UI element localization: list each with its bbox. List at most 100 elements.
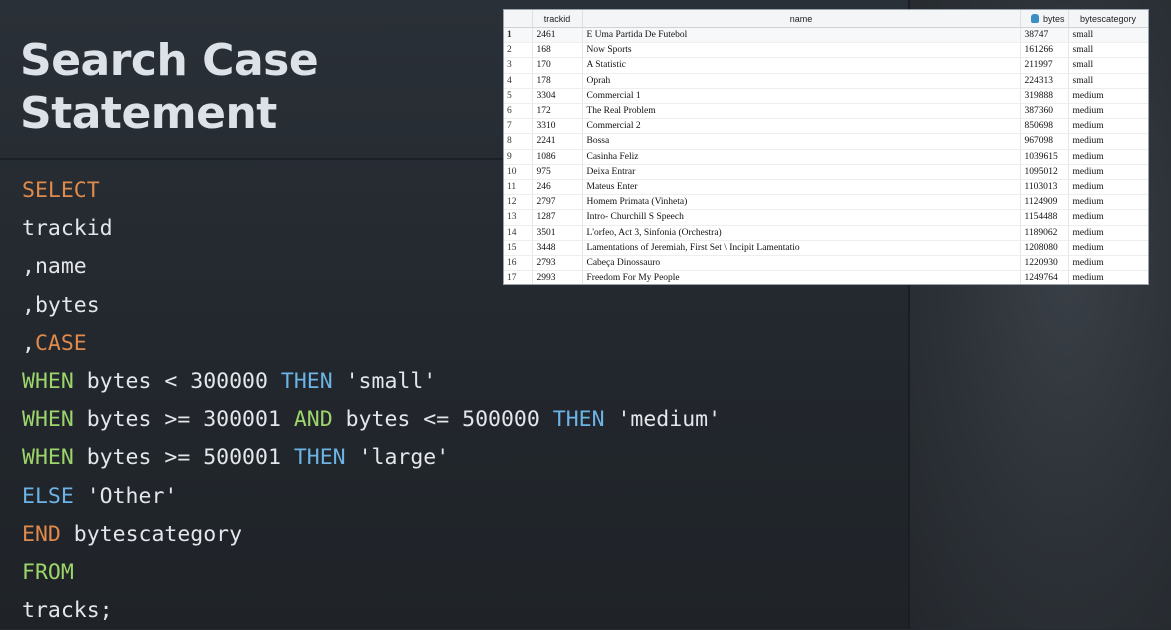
name-cell[interactable]: L'orfeo, Act 3, Sinfonia (Orchestra) xyxy=(582,225,1021,241)
bytes-cell[interactable]: 967098 xyxy=(1020,133,1069,150)
bytescategory-cell[interactable]: medium xyxy=(1068,149,1148,165)
bytes-cell[interactable]: 1103013 xyxy=(1020,179,1069,196)
bytes-cell[interactable]: 387360 xyxy=(1020,103,1069,120)
name-cell[interactable]: A Statistic xyxy=(582,57,1021,74)
table-row[interactable]: 4 178 Oprah 224313 small xyxy=(504,73,1148,89)
table-row[interactable]: 14 3501 L'orfeo, Act 3, Sinfonia (Orchestr… xyxy=(504,225,1148,241)
table-row[interactable]: 6 172 The Real Problem 387360 medium xyxy=(504,103,1148,120)
trackid-cell[interactable]: 2461 xyxy=(532,27,583,44)
trackid-cell[interactable]: 1287 xyxy=(532,209,583,226)
name-cell[interactable]: Lamentations of Jeremiah, First Set \ In… xyxy=(582,240,1021,257)
name-cell[interactable]: Homem Primata (Vinheta) xyxy=(582,194,1021,211)
row-number-cell[interactable]: 14 xyxy=(504,225,533,241)
bytescategory-cell[interactable]: medium xyxy=(1068,270,1148,284)
name-cell[interactable]: Casinha Feliz xyxy=(582,149,1021,165)
row-number-cell[interactable]: 9 xyxy=(504,149,533,165)
row-number-cell[interactable]: 17 xyxy=(504,270,533,284)
bytes-cell[interactable]: 1095012 xyxy=(1020,164,1069,181)
bytescategory-cell[interactable]: medium xyxy=(1068,164,1148,181)
name-cell[interactable]: Freedom For My People xyxy=(582,270,1021,284)
table-row[interactable]: 13 1287 Intro- Churchill S Speech 1154488 me… xyxy=(504,209,1148,226)
bytes-cell[interactable]: 224313 xyxy=(1020,73,1069,89)
row-number-cell[interactable]: 5 xyxy=(504,88,533,105)
trackid-cell[interactable]: 2793 xyxy=(532,255,583,272)
bytes-cell[interactable]: 850698 xyxy=(1020,118,1069,135)
name-cell[interactable]: Intro- Churchill S Speech xyxy=(582,209,1021,226)
bytes-cell[interactable]: 1124909 xyxy=(1020,194,1069,211)
trackid-cell[interactable]: 2241 xyxy=(532,133,583,150)
name-cell[interactable]: The Real Problem xyxy=(582,103,1021,120)
bytescategory-cell[interactable]: medium xyxy=(1068,194,1148,211)
column-header-trackid[interactable]: trackid xyxy=(532,10,583,28)
row-number-cell[interactable]: 6 xyxy=(504,103,533,120)
name-cell[interactable]: Now Sports xyxy=(582,42,1021,59)
trackid-cell[interactable]: 178 xyxy=(532,73,583,89)
bytescategory-cell[interactable]: medium xyxy=(1068,118,1148,135)
row-number-cell[interactable]: 3 xyxy=(504,57,533,74)
table-row[interactable]: 8 2241 Bossa 967098 medium xyxy=(504,133,1148,150)
table-row[interactable]: 7 3310 Commercial 2 850698 medium xyxy=(504,118,1148,135)
column-header-bytes[interactable]: bytes xyxy=(1020,10,1069,28)
column-header-name[interactable]: name xyxy=(582,10,1021,28)
table-row[interactable]: 11 246 Mateus Enter 1103013 medium xyxy=(504,179,1148,196)
name-cell[interactable]: Commercial 1 xyxy=(582,88,1021,105)
bytescategory-cell[interactable]: medium xyxy=(1068,103,1148,120)
bytes-cell[interactable]: 211997 xyxy=(1020,57,1069,74)
bytescategory-cell[interactable]: medium xyxy=(1068,88,1148,105)
column-header-bytescategory[interactable]: bytescategory xyxy=(1068,10,1148,28)
trackid-cell[interactable]: 3310 xyxy=(532,118,583,135)
bytes-cell[interactable]: 1208080 xyxy=(1020,240,1069,257)
table-row[interactable]: 10 975 Deixa Entrar 1095012 medium xyxy=(504,164,1148,181)
trackid-cell[interactable]: 2797 xyxy=(532,194,583,211)
bytes-cell[interactable]: 1220930 xyxy=(1020,255,1069,272)
trackid-cell[interactable]: 172 xyxy=(532,103,583,120)
trackid-cell[interactable]: 975 xyxy=(532,164,583,181)
trackid-cell[interactable]: 3501 xyxy=(532,225,583,241)
bytescategory-cell[interactable]: medium xyxy=(1068,133,1148,150)
bytescategory-cell[interactable]: medium xyxy=(1068,255,1148,272)
trackid-cell[interactable]: 3448 xyxy=(532,240,583,257)
bytescategory-cell[interactable]: medium xyxy=(1068,225,1148,241)
table-row[interactable]: 1 2461 E Uma Partida De Futebol 38747 small xyxy=(504,27,1148,44)
table-row[interactable]: 16 2793 Cabeça Dinossauro 1220930 medium xyxy=(504,255,1148,272)
row-number-cell[interactable]: 13 xyxy=(504,209,533,226)
bytescategory-cell[interactable]: small xyxy=(1068,57,1148,74)
trackid-cell[interactable]: 168 xyxy=(532,42,583,59)
bytescategory-cell[interactable]: small xyxy=(1068,42,1148,59)
bytes-cell[interactable]: 161266 xyxy=(1020,42,1069,59)
bytes-cell[interactable]: 1249764 xyxy=(1020,270,1069,284)
trackid-cell[interactable]: 2993 xyxy=(532,270,583,284)
row-number-cell[interactable]: 1 xyxy=(504,27,533,44)
row-number-cell[interactable]: 15 xyxy=(504,240,533,257)
row-number-cell[interactable]: 8 xyxy=(504,133,533,150)
bytes-cell[interactable]: 38747 xyxy=(1020,27,1069,44)
table-row[interactable]: 12 2797 Homem Primata (Vinheta) 1124909 medi… xyxy=(504,194,1148,211)
table-row[interactable]: 17 2993 Freedom For My People 1249764 medium xyxy=(504,270,1148,284)
name-cell[interactable]: Commercial 2 xyxy=(582,118,1021,135)
name-cell[interactable]: Bossa xyxy=(582,133,1021,150)
name-cell[interactable]: Deixa Entrar xyxy=(582,164,1021,181)
bytescategory-cell[interactable]: small xyxy=(1068,27,1148,44)
table-row[interactable]: 3 170 A Statistic 211997 small xyxy=(504,57,1148,74)
query-result-grid[interactable]: trackid name bytes bytescategory 1 2461 E … xyxy=(503,9,1149,285)
row-number-cell[interactable]: 4 xyxy=(504,73,533,89)
trackid-cell[interactable]: 246 xyxy=(532,179,583,196)
bytescategory-cell[interactable]: small xyxy=(1068,73,1148,89)
name-cell[interactable]: Oprah xyxy=(582,73,1021,89)
row-number-cell[interactable]: 7 xyxy=(504,118,533,135)
trackid-cell[interactable]: 170 xyxy=(532,57,583,74)
trackid-cell[interactable]: 1086 xyxy=(532,149,583,165)
table-row[interactable]: 2 168 Now Sports 161266 small xyxy=(504,42,1148,59)
row-number-cell[interactable]: 10 xyxy=(504,164,533,181)
name-cell[interactable]: Cabeça Dinossauro xyxy=(582,255,1021,272)
row-number-cell[interactable]: 12 xyxy=(504,194,533,211)
name-cell[interactable]: Mateus Enter xyxy=(582,179,1021,196)
table-row[interactable]: 9 1086 Casinha Feliz 1039615 medium xyxy=(504,149,1148,165)
row-number-cell[interactable]: 16 xyxy=(504,255,533,272)
bytescategory-cell[interactable]: medium xyxy=(1068,209,1148,226)
bytescategory-cell[interactable]: medium xyxy=(1068,240,1148,257)
row-number-cell[interactable]: 11 xyxy=(504,179,533,196)
trackid-cell[interactable]: 3304 xyxy=(532,88,583,105)
name-cell[interactable]: E Uma Partida De Futebol xyxy=(582,27,1021,44)
row-number-header[interactable] xyxy=(504,10,533,28)
